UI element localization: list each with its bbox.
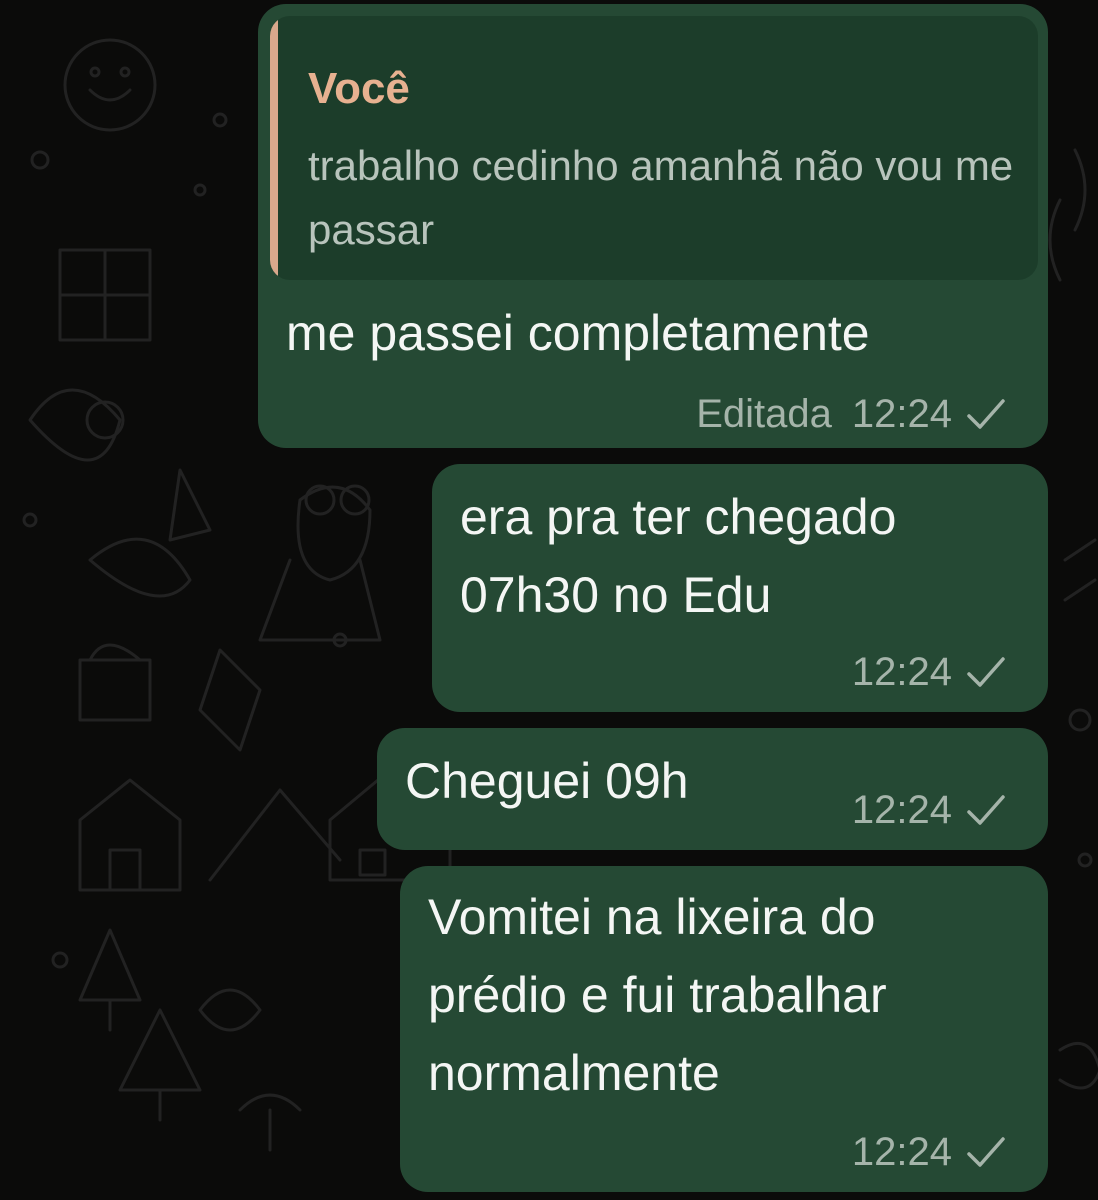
message-text: Cheguei 09h [405, 753, 689, 809]
message-bubble[interactable]: Você trabalho cedinho amanhã não vou me … [258, 4, 1048, 448]
message-time: 12:24 [851, 392, 952, 436]
single-check-icon [967, 398, 1005, 429]
message-meta: Editada 12:24 [696, 392, 1008, 437]
message-text: era pra ter chegado 07h30 no Edu [460, 489, 897, 623]
message-bubble[interactable]: Cheguei 09h 12:24 [377, 728, 1048, 850]
message-bubble[interactable]: Vomitei na lixeira do prédio e fui traba… [400, 866, 1048, 1192]
quote-author: Você [308, 64, 410, 113]
message-time: 12:24 [851, 788, 952, 832]
chat-thread: Você trabalho cedinho amanhã não vou me … [0, 0, 1098, 1200]
single-check-icon [967, 656, 1005, 687]
single-check-icon [967, 794, 1005, 825]
quoted-message[interactable]: Você trabalho cedinho amanhã não vou me … [270, 16, 1038, 280]
quote-text: trabalho cedinho amanhã não vou me passa… [308, 142, 1014, 253]
quote-accent-bar [270, 16, 278, 280]
single-check-icon [967, 1136, 1005, 1167]
message-meta: 12:24 [852, 788, 1008, 833]
message-text: me passei completamente [286, 305, 870, 361]
message-meta: 12:24 [852, 1130, 1008, 1175]
message-time: 12:24 [851, 1130, 952, 1174]
message-bubble[interactable]: era pra ter chegado 07h30 no Edu 12:24 [432, 464, 1048, 712]
message-text: Vomitei na lixeira do prédio e fui traba… [428, 889, 887, 1101]
message-time: 12:24 [851, 650, 952, 694]
edited-label: Editada [696, 392, 832, 436]
message-meta: 12:24 [852, 650, 1008, 695]
